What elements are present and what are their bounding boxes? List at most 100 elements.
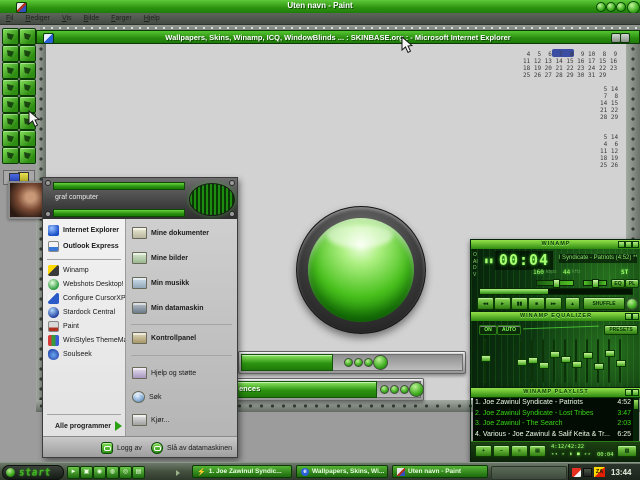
start-button[interactable]: start	[2, 465, 64, 480]
start-item-my-documents[interactable]: Mine dokumenter	[132, 227, 209, 239]
paint-menu-rediger[interactable]: Rediger	[25, 15, 50, 22]
curve-tool-button[interactable]	[19, 113, 36, 130]
winamp-playlist-window[interactable]: WINAMP PLAYLIST 1. Joe Zawinul Syndicate …	[470, 387, 640, 463]
eq-close-button[interactable]	[632, 313, 639, 320]
start-item-my-pictures[interactable]: Mine bilder	[132, 252, 188, 264]
start-item-webshots[interactable]: Webshots Desktop!	[48, 279, 124, 290]
eq-band-slider[interactable]	[561, 339, 571, 383]
eq-toggle-button[interactable]: EQ	[611, 279, 625, 288]
start-item-soulseek[interactable]: Soulseek	[48, 349, 92, 360]
magnifier-tool-button[interactable]	[19, 62, 36, 79]
next-button[interactable]: ▸▸	[545, 297, 562, 310]
winamp-track-title[interactable]: l Syndicate - Patriots (4:52) ***	[559, 254, 637, 263]
eq-band-slider[interactable]	[583, 339, 593, 383]
eq-band-slider[interactable]	[517, 339, 527, 383]
winamp-clutterbar[interactable]: OAIDV	[473, 252, 479, 278]
big-green-button[interactable]	[296, 206, 426, 334]
eject-button[interactable]: ▴	[565, 297, 580, 310]
eq-preamp-slider[interactable]	[481, 339, 491, 383]
start-item-paint[interactable]: Paint	[48, 321, 79, 332]
start-item-my-music[interactable]: Min musikk	[132, 277, 189, 289]
paint-maximize-button[interactable]	[606, 2, 616, 12]
paint-menu-fil[interactable]: Fil	[6, 15, 13, 22]
fill-tool-button[interactable]	[19, 45, 36, 62]
taskbar-task-paint[interactable]: Uten navn - Paint	[392, 465, 488, 478]
eq-band-slider[interactable]	[605, 339, 615, 383]
free-select-tool-button[interactable]	[2, 28, 19, 45]
playlist-close-button[interactable]	[632, 389, 639, 396]
paint-menu-hjelp[interactable]: Hjelp	[144, 15, 160, 22]
shut-down-button[interactable]: Slå av datamaskinen	[151, 442, 232, 454]
start-item-run[interactable]: Kjør...	[132, 414, 169, 426]
start-item-internet-explorer[interactable]: Internet Explorer	[48, 225, 119, 236]
select-tool-button[interactable]	[19, 28, 36, 45]
quick-launch-button-6[interactable]: ▤	[132, 466, 145, 479]
eq-auto-button[interactable]: AUTO	[497, 325, 521, 335]
eq-band-slider[interactable]	[528, 339, 538, 383]
zonealarm-tray-icon[interactable]: ZA	[594, 467, 605, 477]
webpage-calendar[interactable]: 4 5 6 7 8 9 10 11 12 13 14 15 16 17 18 1…	[523, 51, 595, 79]
repeat-button[interactable]	[626, 298, 638, 310]
start-item-winamp[interactable]: Winamp	[48, 265, 89, 276]
shuffle-button[interactable]: SHUFFLE	[583, 297, 625, 310]
volume-slider[interactable]	[536, 279, 574, 288]
start-item-search[interactable]: Søk	[132, 391, 161, 403]
playlist-item[interactable]: 3. Joe Zawinul - The Search 2:03	[473, 419, 633, 430]
start-item-my-computer[interactable]: Min datamaskin	[132, 302, 204, 314]
all-programs-button[interactable]: Alle programmer	[55, 421, 123, 431]
play-button[interactable]: ▸	[494, 297, 511, 310]
pencil-tool-button[interactable]	[2, 79, 19, 96]
playlist-remove-button[interactable]: −	[493, 445, 510, 457]
paint-menu-farger[interactable]: Farger	[111, 15, 132, 22]
quick-launch-expand-arrow-icon[interactable]	[176, 470, 180, 476]
stop-button[interactable]: ■	[528, 297, 545, 310]
taskbar-clock[interactable]: 13:44	[611, 468, 631, 477]
playlist-shade-button[interactable]	[625, 389, 632, 396]
brush-tool-button[interactable]	[19, 79, 36, 96]
rounded-rect-tool-button[interactable]	[19, 147, 36, 164]
ie-titlebar[interactable]: Wallpapers, Skins, Winamp, ICQ, WindowBl…	[36, 30, 640, 44]
line-tool-button[interactable]	[2, 113, 19, 130]
quick-launch-button-1[interactable]: ►	[67, 466, 80, 479]
pause-button[interactable]: ▮▮	[511, 297, 528, 310]
playlist-scrollbar-thumb[interactable]	[634, 400, 638, 409]
taskbar-task-winamp[interactable]: ⚡ 1. Joe Zawinul Syndic...	[192, 465, 292, 478]
start-item-cursorxp[interactable]: Configure CursorXP	[48, 293, 126, 304]
quick-launch-button-4[interactable]: ◍	[106, 466, 119, 479]
eq-band-slider[interactable]	[594, 339, 604, 383]
quick-launch-button-2[interactable]: ▣	[80, 466, 93, 479]
playlist-item[interactable]: 2. Joe Zawinul Syndicate - Lost Tribes 3:4…	[473, 409, 633, 420]
playlist-scrollbar[interactable]	[633, 398, 639, 441]
pl-toggle-button[interactable]: PL	[625, 279, 639, 288]
tray-icon-red[interactable]	[572, 467, 581, 477]
playlist-item[interactable]: 1. Joe Zawinul Syndicate - Patriots 4:52	[473, 398, 633, 409]
eq-band-slider[interactable]	[616, 339, 626, 383]
start-item-control-panel[interactable]: Kontrollpanel	[132, 332, 196, 344]
quick-launch-button-3[interactable]: ◉	[93, 466, 106, 479]
paint-menu-bilde[interactable]: Bilde	[84, 15, 100, 22]
ie-maximize-button[interactable]	[620, 33, 630, 43]
winamp-shade-button[interactable]	[625, 241, 632, 248]
winamp-playlist-titlebar[interactable]: WINAMP PLAYLIST	[471, 388, 640, 398]
paint-menu-vis[interactable]: Vis	[62, 15, 72, 22]
ellipse-tool-button[interactable]	[2, 147, 19, 164]
taskbar-task-ie[interactable]: e Wallpapers, Skins, Wi...	[296, 465, 388, 478]
balance-slider[interactable]	[583, 279, 607, 288]
rectangle-tool-button[interactable]	[2, 130, 19, 147]
eraser-tool-button[interactable]	[2, 45, 19, 62]
winamp-minimize-button[interactable]	[618, 241, 625, 248]
eq-band-slider[interactable]	[572, 339, 582, 383]
eq-presets-button[interactable]: PRESETS	[604, 325, 638, 335]
volume-slider-thumb[interactable]	[553, 279, 560, 288]
start-item-help-support[interactable]: Hjelp og støtte	[132, 367, 196, 379]
prev-button[interactable]: ◂◂	[477, 297, 494, 310]
eq-band-slider[interactable]	[539, 339, 549, 383]
eq-shade-button[interactable]	[625, 313, 632, 320]
color-picker-tool-button[interactable]	[2, 62, 19, 79]
start-item-outlook-express[interactable]: Outlook Express	[48, 241, 119, 252]
eq-band-slider[interactable]	[550, 339, 560, 383]
eq-on-button[interactable]: ON	[479, 325, 497, 335]
winamp-main-window[interactable]: WINAMP OAIDV ▮▮ 00:04 l Syndicate - Patr…	[470, 239, 640, 313]
log-off-button[interactable]: Logg av	[101, 442, 142, 454]
airbrush-tool-button[interactable]	[2, 96, 19, 113]
